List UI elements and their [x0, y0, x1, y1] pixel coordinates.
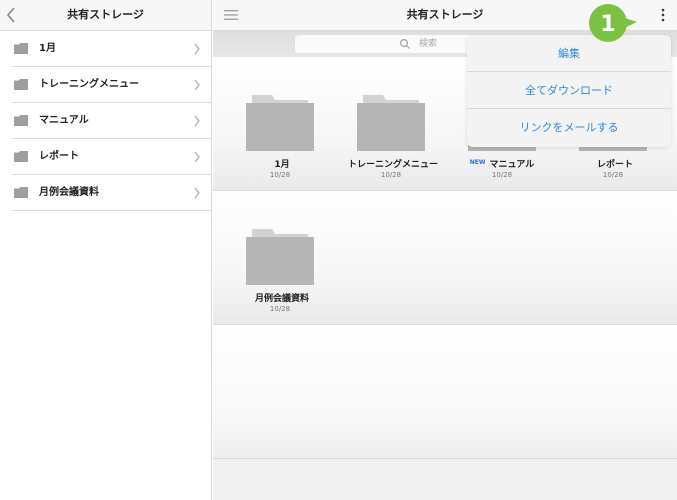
menu-item-edit[interactable]: 編集: [467, 35, 671, 72]
folder-name-text: レポート: [596, 160, 633, 170]
step-number: 1: [600, 12, 615, 37]
menu-item-email-link[interactable]: リンクをメールする: [467, 109, 671, 146]
chevron-right-icon: [194, 115, 200, 127]
folder-name-text: 1月: [274, 160, 290, 170]
sidebar-item-label: 1月: [39, 43, 56, 54]
sidebar-item-training-menu[interactable]: トレーニングメニュー: [12, 67, 211, 103]
sidebar-item-1gatsu[interactable]: 1月: [12, 31, 211, 67]
chevron-right-icon: [194, 151, 200, 163]
folder-name-text: マニュアル: [489, 160, 535, 170]
chevron-right-icon: [194, 187, 200, 199]
folder-icon: [246, 95, 314, 151]
folder-date: 10/28: [491, 171, 513, 179]
folder-tile-training-menu[interactable]: トレーニングメニュー 10/28: [336, 95, 446, 195]
folder-tile-1gatsu[interactable]: 1月 10/28: [225, 95, 335, 195]
sidebar-item-monthly-meeting[interactable]: 月例会議資料: [12, 175, 211, 211]
folder-name-text: 月例会議資料: [254, 294, 309, 304]
folder-icon: [14, 79, 28, 90]
folder-date: 10/28: [380, 171, 402, 179]
sidebar-item-label: レポート: [39, 151, 79, 162]
sidebar: 共有ストレージ 1月 トレーニングメニュー マニュアル レポート 月例会議資料: [0, 0, 212, 500]
folder-icon: [14, 187, 28, 198]
chevron-right-icon: [194, 79, 200, 91]
sidebar-folder-list: 1月 トレーニングメニュー マニュアル レポート 月例会議資料: [0, 31, 211, 211]
folder-tile-monthly-meeting[interactable]: 月例会議資料 10/28: [225, 229, 335, 329]
new-badge: NEW: [469, 159, 486, 166]
sidebar-item-label: トレーニングメニュー: [39, 79, 139, 90]
chevron-right-icon: [194, 43, 200, 55]
menu-item-download-all[interactable]: 全てダウンロード: [467, 72, 671, 109]
search-icon: [399, 38, 410, 49]
folder-name-text: トレーニングメニュー: [347, 160, 438, 170]
more-vertical-icon[interactable]: [658, 7, 668, 23]
folder-icon: [14, 115, 28, 126]
folder-name: 月例会議資料: [215, 291, 345, 304]
action-menu: 編集 全てダウンロード リンクをメールする: [467, 35, 671, 147]
sidebar-item-manual[interactable]: マニュアル: [12, 103, 211, 139]
sidebar-title: 共有ストレージ: [67, 8, 144, 21]
sidebar-item-label: マニュアル: [39, 115, 89, 126]
folder-date: 10/28: [602, 171, 624, 179]
sidebar-header: 共有ストレージ: [0, 0, 211, 31]
folder-date: 10/28: [269, 171, 291, 179]
folder-date: 10/28: [269, 305, 291, 313]
sidebar-item-label: 月例会議資料: [39, 187, 99, 198]
folder-shelf-row-2: 月例会議資料 10/28: [213, 191, 677, 325]
empty-shelf: [213, 325, 677, 459]
folder-icon: [14, 43, 28, 54]
step-marker: 1: [589, 4, 637, 42]
sidebar-item-report[interactable]: レポート: [12, 139, 211, 175]
folder-icon: [246, 229, 314, 285]
folder-icon: [14, 151, 28, 162]
folder-icon: [357, 95, 425, 151]
folder-name: レポート: [548, 157, 677, 170]
